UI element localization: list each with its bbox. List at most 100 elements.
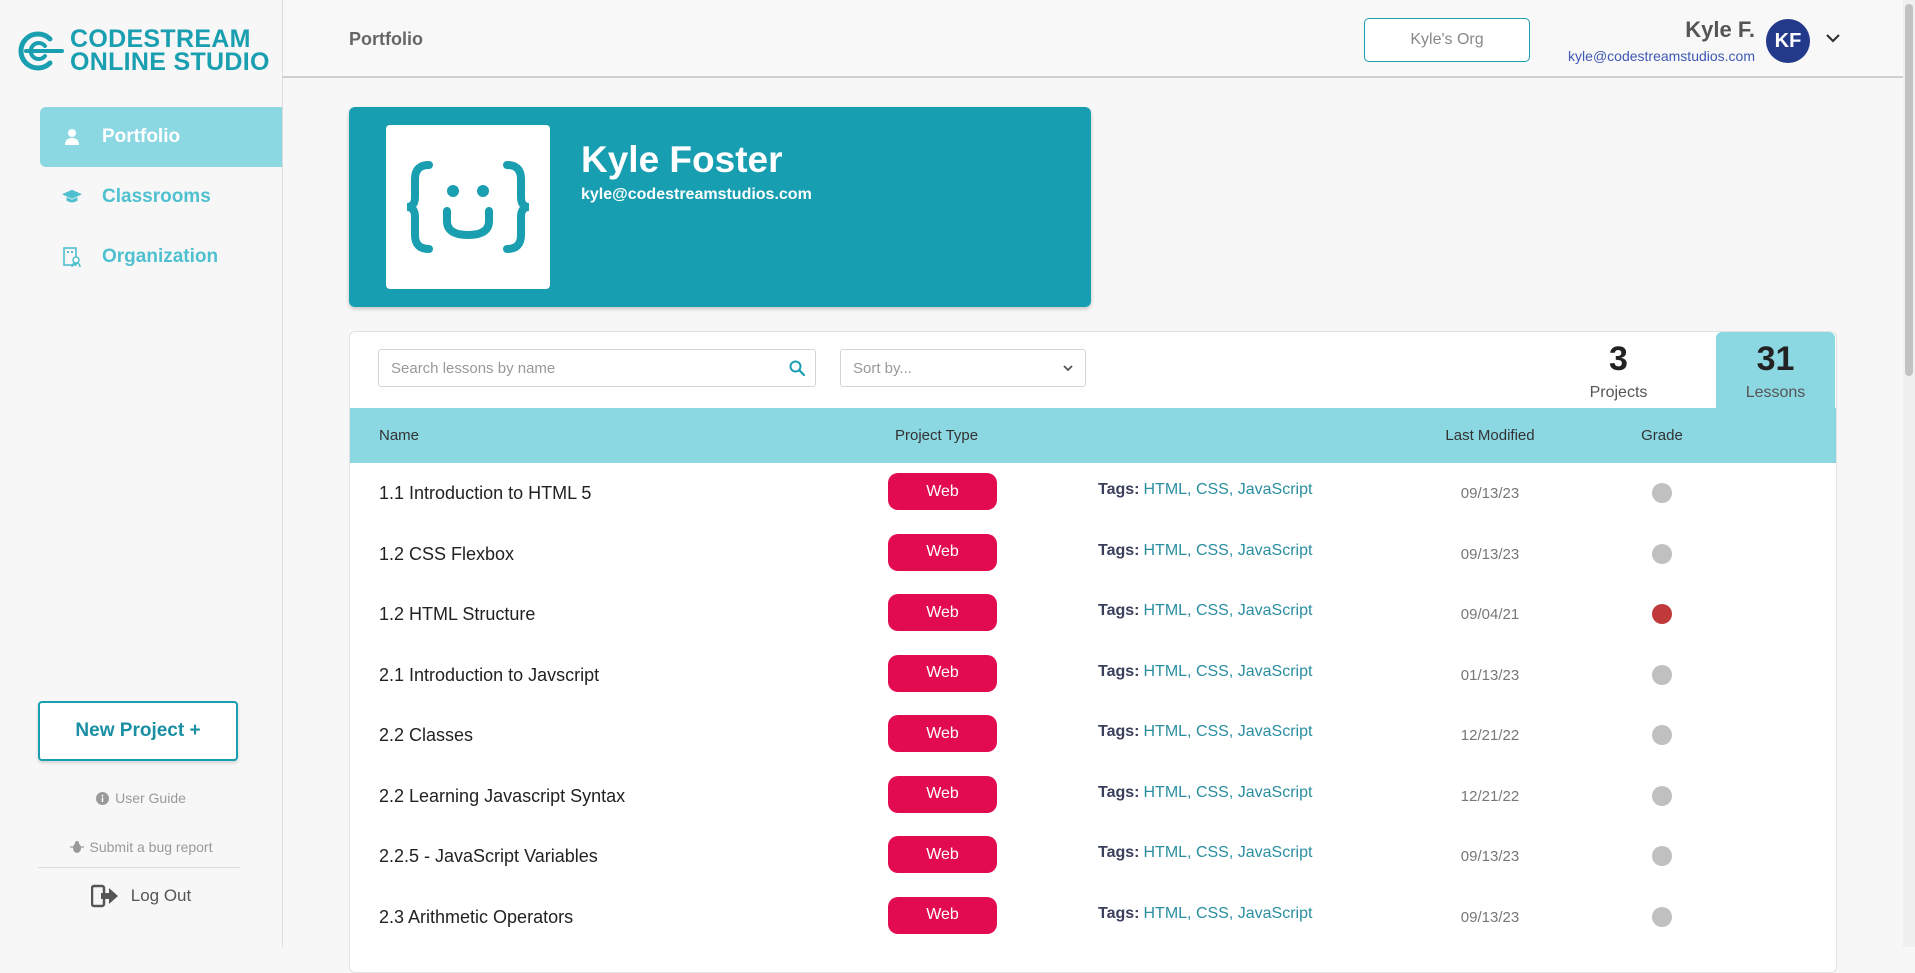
sort-dropdown[interactable]: Sort by... [840,349,1086,387]
sidebar: CODESTREAM ONLINE STUDIO Portfolio Class… [0,0,283,947]
table-row[interactable]: 1.2 HTML Structure Web Tags: HTML, CSS, Jav… [350,584,1836,645]
tags-label: Tags: [1098,662,1140,680]
tag-link[interactable]: CSS [1196,602,1229,619]
tag-link[interactable]: HTML [1143,844,1187,861]
column-header-last-modified[interactable]: Last Modified [1430,427,1550,444]
table-row[interactable]: 2.1 Introduction to Javscript Web Tags: HTM… [350,645,1836,706]
column-header-grade[interactable]: Grade [1637,427,1687,444]
bug-report-link[interactable]: Submit a bug report [0,839,282,855]
tag-link[interactable]: HTML [1143,723,1187,740]
lessons-label: Lessons [1745,384,1806,401]
tag-link[interactable]: JavaScript [1238,905,1313,922]
tag-link[interactable]: CSS [1196,481,1229,498]
tag-link[interactable]: JavaScript [1238,663,1313,680]
profile-name: Kyle Foster [581,139,783,180]
brand-logo[interactable]: CODESTREAM ONLINE STUDIO [12,27,270,76]
lesson-name[interactable]: 1.1 Introduction to HTML 5 [379,483,591,504]
tag-separator: , [1228,541,1238,559]
sidebar-item-classrooms[interactable]: Classrooms [40,167,282,227]
brand-line-2: ONLINE STUDIO [70,48,270,76]
last-modified-date: 09/04/21 [1460,606,1520,623]
topbar: Portfolio Kyle's Org Kyle F. kyle@codest… [283,0,1915,78]
lesson-name[interactable]: 2.3 Arithmetic Operators [379,907,573,928]
lessons-tab[interactable]: 31 Lessons [1716,332,1835,408]
tag-separator: , [1187,904,1196,922]
tag-link[interactable]: CSS [1196,784,1229,801]
lesson-name[interactable]: 2.2.5 - JavaScript Variables [379,846,598,867]
sidebar-nav: Portfolio Classrooms Organization [40,107,282,287]
projects-tab[interactable]: 3 Projects [1559,332,1678,408]
lesson-tags: Tags: HTML, CSS, JavaScript [1098,481,1312,499]
avatar[interactable]: KF [1766,19,1810,63]
tag-link[interactable]: JavaScript [1238,784,1313,801]
tag-separator: , [1187,783,1196,801]
table-row[interactable]: 2.2.5 - JavaScript Variables Web Tags: HTML… [350,826,1836,887]
tag-separator: , [1228,662,1238,680]
tag-link[interactable]: CSS [1196,844,1229,861]
sidebar-item-portfolio[interactable]: Portfolio [40,107,282,167]
lesson-name[interactable]: 1.2 HTML Structure [379,604,535,625]
table-row[interactable]: 2.3 Arithmetic Operators Web Tags: HTML, CS… [350,887,1836,948]
search-input[interactable] [389,358,789,378]
tag-separator: , [1228,783,1238,801]
user-guide-link[interactable]: User Guide [0,790,282,806]
tag-link[interactable]: JavaScript [1238,844,1313,861]
tag-link[interactable]: HTML [1143,481,1187,498]
tag-link[interactable]: HTML [1143,784,1187,801]
lesson-name[interactable]: 1.2 CSS Flexbox [379,544,514,565]
lessons-table-body: 1.1 Introduction to HTML 5 Web Tags: HTML, … [350,463,1836,947]
lesson-name[interactable]: 2.2 Classes [379,725,473,746]
project-type-badge: Web [888,594,997,631]
tag-link[interactable]: JavaScript [1238,602,1313,619]
tag-link[interactable]: HTML [1143,542,1187,559]
grade-indicator [1652,725,1672,745]
tag-link[interactable]: CSS [1196,663,1229,680]
tag-link[interactable]: HTML [1143,663,1187,680]
sort-placeholder: Sort by... [853,359,912,377]
search-box [378,349,816,387]
table-row[interactable]: 2.2 Learning Javascript Syntax Web Tags: HT… [350,766,1836,827]
table-row[interactable]: 1.2 CSS Flexbox Web Tags: HTML, CSS, JavaSc… [350,524,1836,585]
tag-link[interactable]: CSS [1196,905,1229,922]
profile-avatar [386,125,550,289]
tag-link[interactable]: HTML [1143,602,1187,619]
sidebar-item-label: Classrooms [102,186,211,207]
tags-label: Tags: [1098,602,1140,619]
projects-label: Projects [1589,384,1648,401]
search-icon[interactable] [789,360,805,376]
table-row[interactable]: 1.1 Introduction to HTML 5 Web Tags: HTML, … [350,463,1836,524]
project-type-badge: Web [888,775,997,813]
lesson-name[interactable]: 2.2 Learning Javascript Syntax [379,786,625,807]
logout-button[interactable]: Log Out [0,884,282,908]
lesson-tags: Tags: HTML, CSS, JavaScript [1098,905,1312,923]
projects-count: 3 [1609,340,1628,378]
graduation-cap-icon [62,187,82,207]
bug-report-label: Submit a bug report [89,839,213,855]
scrollbar-thumb[interactable] [1905,4,1913,376]
tag-link[interactable]: JavaScript [1238,481,1313,498]
org-switcher-button[interactable]: Kyle's Org [1364,18,1530,62]
tag-separator: , [1187,844,1196,861]
user-name: Kyle F. [1685,17,1755,42]
column-header-name[interactable]: Name [379,427,419,444]
tag-link[interactable]: JavaScript [1238,723,1313,740]
tags-label: Tags: [1098,904,1140,922]
tag-link[interactable]: CSS [1196,723,1229,740]
grade-indicator [1652,543,1672,564]
organization-icon [62,247,82,267]
lesson-tags: Tags: HTML, CSS, JavaScript [1098,844,1312,862]
table-row[interactable]: 2.2 Classes Web Tags: HTML, CSS, JavaScript… [350,705,1836,766]
tag-link[interactable]: CSS [1196,542,1229,559]
last-modified-date: 09/13/23 [1460,848,1520,865]
last-modified-date: 09/13/23 [1460,485,1520,502]
tag-link[interactable]: HTML [1143,905,1187,922]
project-type-badge: Web [888,836,997,873]
lesson-name[interactable]: 2.1 Introduction to Javscript [379,665,599,686]
tag-link[interactable]: JavaScript [1238,542,1313,559]
tag-separator: , [1228,904,1238,922]
column-header-project-type[interactable]: Project Type [895,427,978,444]
chevron-down-icon[interactable] [1826,33,1840,43]
page-scrollbar[interactable] [1903,0,1915,947]
new-project-button[interactable]: New Project + [38,701,238,761]
sidebar-item-organization[interactable]: Organization [40,227,282,287]
